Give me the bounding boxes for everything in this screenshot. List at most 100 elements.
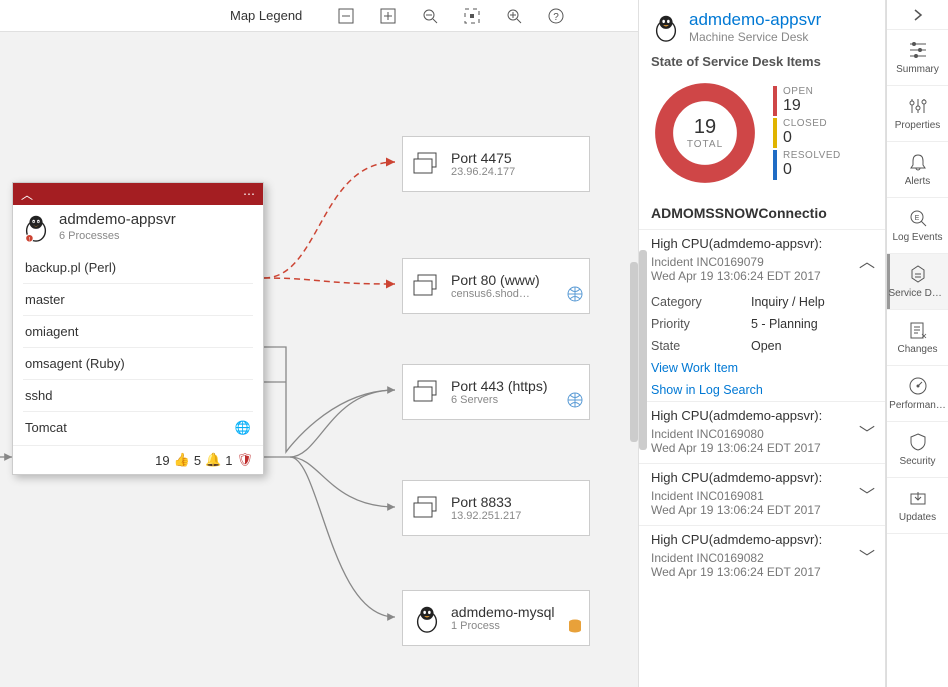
incident-item[interactable]: High CPU(admdemo-appsvr): Incident INC01… bbox=[639, 463, 885, 525]
expand-all-icon[interactable] bbox=[380, 8, 396, 24]
details-header: admdemo-appsvr Machine Service Desk bbox=[639, 0, 885, 48]
shield-icon: 🛡 bbox=[236, 452, 253, 468]
help-icon[interactable]: ? bbox=[548, 8, 564, 24]
rail-label: Changes bbox=[897, 344, 937, 355]
process-item[interactable]: omsagent (Ruby) bbox=[23, 348, 253, 380]
servers-icon bbox=[411, 376, 443, 408]
incident-title: High CPU(admdemo-appsvr): bbox=[651, 408, 873, 423]
process-list: backup.pl (Perl) master omiagent omsagen… bbox=[13, 246, 263, 445]
target-node[interactable]: Port 443 (https)6 Servers bbox=[402, 364, 590, 420]
target-node[interactable]: Port 80 (www)census6.shod… bbox=[402, 258, 590, 314]
target-node[interactable]: admdemo-mysql1 Process bbox=[402, 590, 590, 646]
incident-time: Wed Apr 19 13:06:24 EDT 2017 bbox=[651, 441, 873, 455]
incident-item-expanded[interactable]: High CPU(admdemo-appsvr): Incident INC01… bbox=[639, 229, 885, 291]
kv-priority: Priority5 - Planning bbox=[639, 313, 885, 335]
rail-item-summary[interactable]: Summary bbox=[887, 30, 948, 86]
incident-time: Wed Apr 19 13:06:24 EDT 2017 bbox=[651, 269, 873, 283]
server-title-row: ! admdemo-appsvr 6 Processes bbox=[13, 205, 263, 246]
view-work-item-link[interactable]: View Work Item bbox=[639, 357, 885, 379]
incident-time: Wed Apr 19 13:06:24 EDT 2017 bbox=[651, 565, 873, 579]
target-sub: 1 Process bbox=[451, 620, 554, 632]
details-state-header: State of Service Desk Items bbox=[639, 48, 885, 79]
rail-item-alerts[interactable]: Alerts bbox=[887, 142, 948, 198]
details-scrollbar[interactable] bbox=[639, 250, 647, 450]
target-node[interactable]: Port 447523.96.24.177 bbox=[402, 136, 590, 192]
svg-text:?: ? bbox=[554, 12, 560, 23]
server-node-header[interactable]: ︿ ⋯ bbox=[13, 183, 263, 205]
target-title: Port 8833 bbox=[451, 494, 521, 510]
donut-total-label: TOTAL bbox=[687, 139, 723, 150]
shield-count: 1 bbox=[225, 453, 232, 468]
collapse-all-icon[interactable] bbox=[338, 8, 354, 24]
zoom-out-icon[interactable] bbox=[422, 8, 438, 24]
alert-count-red: 5 bbox=[194, 453, 201, 468]
process-item-label: Tomcat bbox=[25, 420, 67, 435]
fit-screen-icon[interactable] bbox=[464, 8, 480, 24]
legend-open-label: OPEN bbox=[783, 86, 813, 97]
rail-label: Updates bbox=[899, 512, 936, 523]
chevron-down-icon[interactable]: ﹀ bbox=[859, 544, 875, 568]
chevron-up-icon[interactable]: ︿ bbox=[21, 186, 33, 203]
donut-chart: 19 TOTAL bbox=[651, 79, 759, 187]
donut-row: 19 TOTAL OPEN19 CLOSED0 RESOLVED0 bbox=[639, 79, 885, 201]
incident-id: Incident INC0169080 bbox=[651, 427, 873, 441]
legend-resolved-value: 0 bbox=[783, 161, 841, 179]
incident-item[interactable]: High CPU(admdemo-appsvr): Incident INC01… bbox=[639, 525, 885, 587]
database-icon bbox=[567, 618, 583, 639]
rail-collapse-button[interactable] bbox=[887, 0, 948, 30]
process-item[interactable]: omiagent bbox=[23, 316, 253, 348]
rail-item-log-events[interactable]: E Log Events bbox=[887, 198, 948, 254]
process-item[interactable]: Tomcat 🌐 bbox=[23, 412, 253, 443]
map-legend-label[interactable]: Map Legend bbox=[230, 8, 302, 23]
incident-id: Incident INC0169081 bbox=[651, 489, 873, 503]
svg-text:E: E bbox=[914, 215, 919, 222]
show-in-log-search-link[interactable]: Show in Log Search bbox=[639, 379, 885, 401]
donut-total: 19 bbox=[694, 116, 716, 139]
incident-item[interactable]: High CPU(admdemo-appsvr): Incident INC01… bbox=[639, 401, 885, 463]
target-title: Port 443 (https) bbox=[451, 378, 548, 394]
process-item[interactable]: master bbox=[23, 284, 253, 316]
chevron-down-icon[interactable]: ﹀ bbox=[859, 482, 875, 506]
rail-item-properties[interactable]: Properties bbox=[887, 86, 948, 142]
servers-icon bbox=[411, 270, 443, 302]
rail-item-service-desk[interactable]: Service Desk bbox=[887, 254, 948, 310]
rail-item-changes[interactable]: Changes bbox=[887, 310, 948, 366]
incident-id: Incident INC0169082 bbox=[651, 551, 873, 565]
target-sub: 23.96.24.177 bbox=[451, 166, 515, 178]
more-icon[interactable]: ⋯ bbox=[243, 187, 255, 201]
legend-open-value: 19 bbox=[783, 97, 813, 115]
rail-label: Alerts bbox=[905, 176, 931, 187]
chevron-up-icon[interactable]: ︿ bbox=[859, 248, 875, 272]
bell-icon: 🔔 bbox=[205, 452, 221, 468]
servers-icon bbox=[411, 148, 443, 180]
details-panel: admdemo-appsvr Machine Service Desk Stat… bbox=[638, 0, 886, 687]
map-canvas[interactable]: ︿ ⋯ ! admdemo-appsvr 6 Processes backup.… bbox=[0, 32, 638, 687]
map-scrollbar[interactable] bbox=[630, 262, 638, 442]
globe-icon bbox=[567, 286, 583, 307]
details-title: admdemo-appsvr bbox=[689, 10, 821, 30]
chevron-down-icon[interactable]: ﹀ bbox=[859, 420, 875, 444]
rail-item-security[interactable]: Security bbox=[887, 422, 948, 478]
incident-title: High CPU(admdemo-appsvr): bbox=[651, 532, 873, 547]
process-item[interactable]: backup.pl (Perl) bbox=[23, 252, 253, 284]
target-sub: 6 Servers bbox=[451, 394, 548, 406]
rail-label: Summary bbox=[896, 64, 939, 75]
legend-resolved-label: RESOLVED bbox=[783, 150, 841, 161]
server-node[interactable]: ︿ ⋯ ! admdemo-appsvr 6 Processes backup.… bbox=[12, 182, 264, 475]
nav-rail: Summary Properties Alerts E Log Events Se… bbox=[886, 0, 948, 687]
rail-label: Security bbox=[899, 456, 935, 467]
target-title: Port 4475 bbox=[451, 150, 515, 166]
process-item[interactable]: sshd bbox=[23, 380, 253, 412]
details-subtitle: Machine Service Desk bbox=[689, 30, 821, 44]
target-node[interactable]: Port 883313.92.251.217 bbox=[402, 480, 590, 536]
globe-icon: 🌐 bbox=[235, 420, 251, 436]
linux-icon bbox=[411, 602, 443, 634]
kv-state: StateOpen bbox=[639, 335, 885, 357]
target-title: Port 80 (www) bbox=[451, 272, 540, 288]
connector-name: ADMOMSSNOWConnectio bbox=[639, 201, 885, 229]
server-name: admdemo-appsvr bbox=[59, 211, 176, 228]
rail-label: Log Events bbox=[892, 232, 942, 243]
rail-item-updates[interactable]: Updates bbox=[887, 478, 948, 534]
rail-item-performance[interactable]: Performan… bbox=[887, 366, 948, 422]
zoom-in-icon[interactable] bbox=[506, 8, 522, 24]
